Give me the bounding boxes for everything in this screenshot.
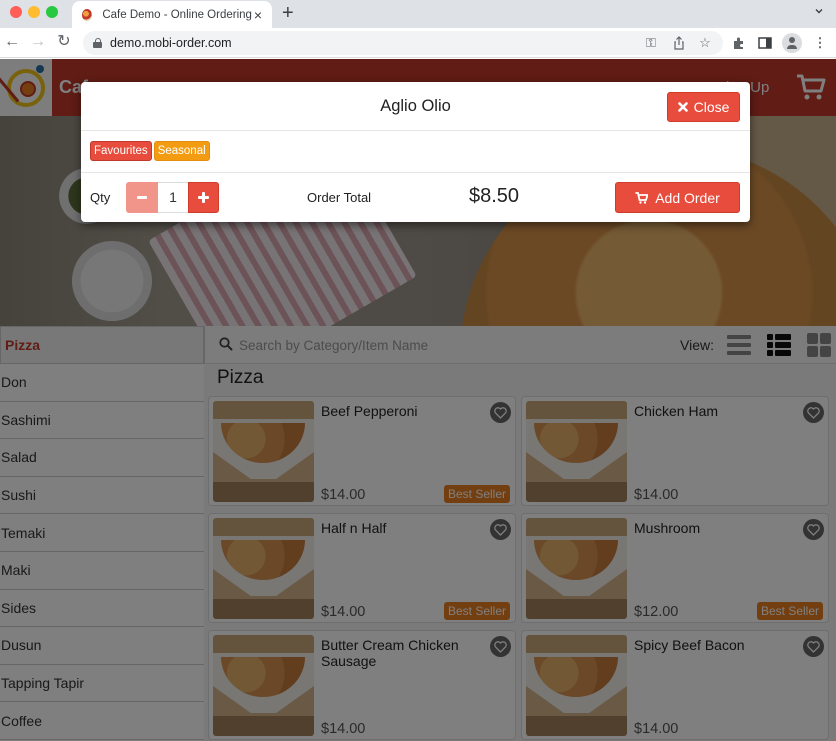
share-icon[interactable] (671, 35, 687, 51)
qty-label: Qty (90, 190, 111, 205)
extensions-icon[interactable] (731, 35, 747, 51)
window-maximize-button[interactable] (46, 6, 58, 18)
order-total-value: $8.50 (469, 185, 520, 207)
window-minimize-button[interactable] (28, 6, 40, 18)
qty-increment-button[interactable] (188, 182, 219, 213)
page: Cafe ign Up Pizza Don Sashimi Salad Sush… (0, 59, 836, 741)
favicon-icon (82, 8, 93, 21)
modal-header: Aglio Olio Close (81, 82, 750, 131)
back-icon[interactable]: ← (2, 32, 22, 52)
key-icon[interactable]: ⚿ (643, 35, 659, 51)
modal-title: Aglio Olio (380, 97, 451, 115)
order-total-label: Order Total (307, 190, 372, 205)
plus-icon (198, 192, 209, 203)
cart-icon (635, 191, 649, 204)
qty-decrement-button[interactable] (126, 182, 158, 213)
minus-icon (137, 196, 147, 199)
menu-icon[interactable]: ⋮ (812, 35, 828, 51)
close-button[interactable]: Close (667, 92, 740, 122)
side-panel-icon[interactable] (757, 35, 773, 51)
qty-input[interactable]: 1 (158, 182, 188, 213)
browser-tab-strip: Cafe Demo - Online Ordering × + (0, 0, 836, 28)
url-text[interactable]: demo.mobi-order.com (110, 36, 232, 50)
tab-search-chevron-icon[interactable] (814, 6, 824, 16)
tag-seasonal: Seasonal (153, 141, 210, 161)
browser-toolbar: ← → ↻ demo.mobi-order.com ⚿ ☆ ⋮ (0, 28, 836, 58)
tab-close-icon[interactable]: × (252, 8, 264, 22)
tag-favourites: Favourites (90, 141, 152, 161)
modal-tags: Favourites Seasonal (90, 141, 210, 161)
close-icon (677, 102, 688, 112)
add-order-button[interactable]: Add Order (615, 182, 740, 213)
item-modal: Aglio Olio Close Favourites Seasonal Qty… (81, 82, 750, 222)
tab-title: Cafe Demo - Online Ordering (102, 8, 252, 21)
new-tab-icon[interactable]: + (282, 3, 294, 23)
lock-icon[interactable] (93, 38, 102, 48)
window-close-button[interactable] (10, 6, 22, 18)
modal-footer: Qty 1 Order Total $8.50 Add Order (81, 172, 750, 222)
address-bar[interactable]: demo.mobi-order.com ⚿ ☆ (83, 31, 723, 55)
forward-icon[interactable]: → (28, 32, 48, 52)
browser-tab[interactable]: Cafe Demo - Online Ordering × (72, 1, 272, 28)
profile-icon[interactable] (782, 33, 802, 53)
close-label: Close (693, 99, 730, 115)
reload-icon[interactable]: ↻ (54, 32, 74, 52)
add-order-label: Add Order (655, 189, 720, 206)
star-icon[interactable]: ☆ (697, 35, 713, 51)
